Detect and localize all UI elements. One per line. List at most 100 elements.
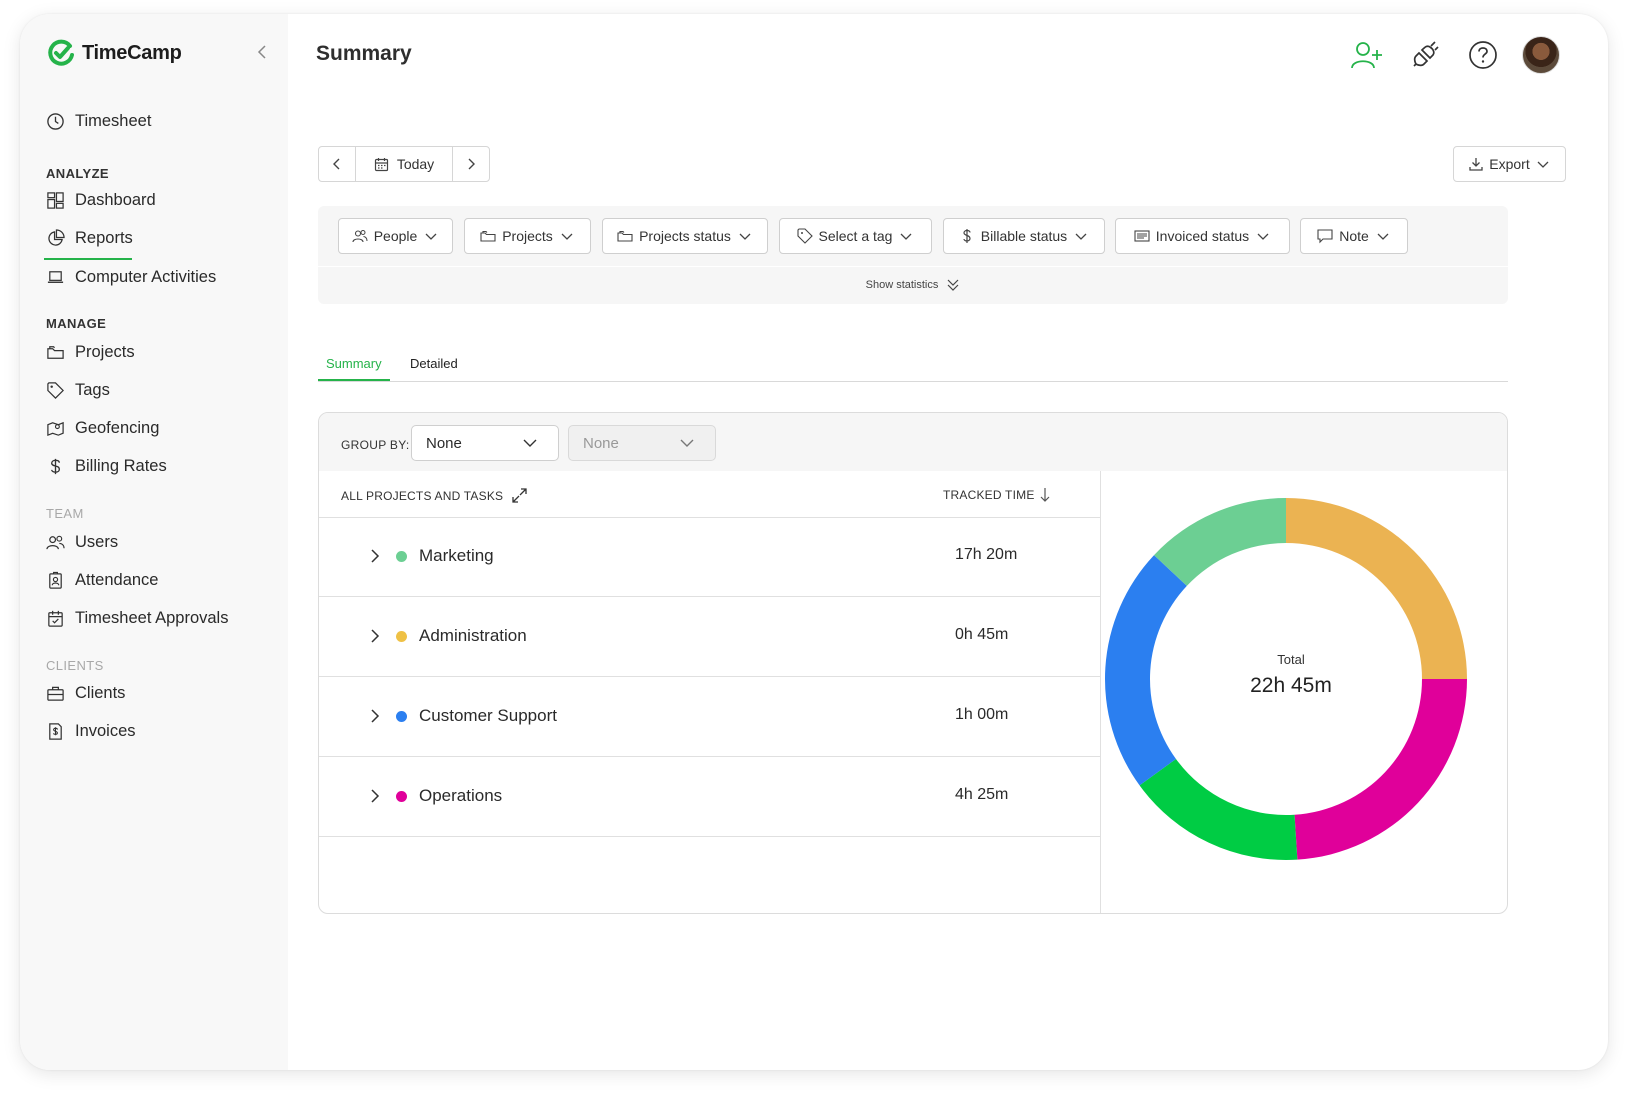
donut-chart: Total 22h 45m [1101,471,1507,913]
donut-slice-3[interactable] [1105,555,1187,786]
sidebar-item-timesheet[interactable]: Timesheet [46,112,151,131]
tag-filter-label: Select a tag [818,228,893,244]
download-icon [1469,158,1483,171]
section-title-team: TEAM [46,506,84,521]
avatar[interactable] [1522,36,1560,74]
sidebar-item-attendance[interactable]: Attendance [46,571,158,590]
folder-icon [47,346,64,359]
chevron-down-icon [561,233,573,240]
column-header-projects: ALL PROJECTS AND TASKS [341,487,528,504]
sidebar-item-label: Attendance [75,571,159,589]
table-row[interactable]: Customer Support 1h 00m [319,678,1100,757]
expand-icon[interactable] [511,487,528,504]
invoice-icon [49,723,62,740]
folder-icon [480,230,496,242]
chart-total-label: Total [1277,652,1305,667]
comment-icon [1317,229,1333,244]
section-title-manage: MANAGE [46,316,107,331]
active-indicator [44,258,132,260]
sidebar-item-label: Tags [75,381,110,399]
chevron-right-icon[interactable] [367,548,383,564]
project-time: 1h 00m [955,706,1009,723]
sidebar-item-label: Billing Rates [75,457,167,475]
donut-slice-4[interactable] [1154,498,1286,586]
table-row[interactable]: Administration 0h 45m [319,598,1100,677]
sidebar-item-timesheet-approvals[interactable]: Timesheet Approvals [46,609,228,628]
show-statistics-toggle[interactable]: Show statistics [318,278,1508,292]
sidebar: TimeCamp Timesheet ANALYZE Dashboard Rep… [20,14,288,1070]
sidebar-item-tags[interactable]: Tags [46,381,110,400]
sidebar-item-billing-rates[interactable]: Billing Rates [46,457,167,476]
help-button[interactable] [1464,36,1502,74]
sidebar-item-geofencing[interactable]: Geofencing [46,419,159,438]
date-navigator: Today [318,146,490,182]
clock-icon [47,113,64,130]
export-button[interactable]: Export [1453,146,1566,182]
sidebar-item-clients[interactable]: Clients [46,684,125,703]
chevron-left-icon [333,158,340,170]
column-header-tracked-time[interactable]: TRACKED TIME [943,487,1051,503]
table-row[interactable]: Marketing 17h 20m [319,518,1100,597]
chevron-right-icon [468,158,475,170]
chevron-right-icon[interactable] [367,788,383,804]
projects-status-filter[interactable]: Projects status [602,218,768,254]
projects-filter[interactable]: Projects [464,218,591,254]
laptop-icon [47,271,64,283]
sidebar-item-users[interactable]: Users [46,533,118,552]
secondary-group-by-select[interactable]: None [568,425,716,461]
billable-status-filter[interactable]: Billable status [943,218,1105,254]
sidebar-item-reports[interactable]: Reports [46,229,133,248]
people-filter-label: People [373,228,418,244]
today-button[interactable]: Today [355,147,453,181]
donut-slice-1[interactable] [1294,679,1467,860]
briefcase-icon [47,686,64,701]
project-name: Operations [419,786,503,805]
previous-date-button[interactable] [319,147,355,181]
invoice-icon [1134,230,1150,242]
next-date-button[interactable] [453,147,489,181]
column-header-time-label: TRACKED TIME [943,488,1035,502]
map-icon [47,421,64,437]
chevron-down-icon [1377,233,1389,240]
section-title-clients: CLIENTS [46,658,104,673]
today-label: Today [396,156,435,172]
project-time: 0h 45m [955,626,1009,643]
project-name: Administration [419,626,527,645]
secondary-group-by-value: None [583,434,619,452]
chevron-down-icon [901,233,912,240]
tag-filter[interactable]: Select a tag [779,218,932,254]
sidebar-item-projects[interactable]: Projects [46,343,135,362]
integrations-button[interactable] [1406,36,1444,74]
tab-summary[interactable]: Summary [326,356,382,371]
project-time: 4h 25m [955,786,1009,803]
note-filter-label: Note [1339,228,1369,244]
dollar-icon [963,229,971,243]
tag-icon [47,382,64,399]
table-row[interactable]: Operations 4h 25m [319,758,1100,837]
page-title: Summary [316,42,412,65]
chevron-right-icon[interactable] [367,628,383,644]
people-filter[interactable]: People [338,218,453,254]
invite-user-button[interactable] [1348,36,1386,74]
report-tabs: Summary Detailed [318,354,1508,382]
sidebar-item-label: Timesheet [75,112,152,130]
sidebar-item-label: Dashboard [75,191,156,209]
sidebar-item-invoices[interactable]: Invoices [46,722,136,741]
invoiced-status-filter[interactable]: Invoiced status [1115,218,1290,254]
note-filter[interactable]: Note [1300,218,1408,254]
sidebar-item-label: Timesheet Approvals [75,609,229,627]
group-by-select[interactable]: None [411,425,559,461]
chevron-down-icon [739,233,751,240]
logo[interactable]: TimeCamp [46,38,182,68]
sidebar-item-computer-activities[interactable]: Computer Activities [46,268,216,287]
chevron-right-icon[interactable] [367,708,383,724]
calendar-check-icon [48,610,63,627]
project-time: 17h 20m [955,546,1018,563]
tab-detailed[interactable]: Detailed [410,356,458,371]
chevron-down-icon [425,233,437,240]
sidebar-item-dashboard[interactable]: Dashboard [46,191,156,210]
badge-icon [49,571,62,589]
donut-slice-2[interactable] [1139,758,1298,860]
timecamp-logo-icon [48,39,74,66]
collapse-sidebar-button[interactable] [252,42,272,62]
